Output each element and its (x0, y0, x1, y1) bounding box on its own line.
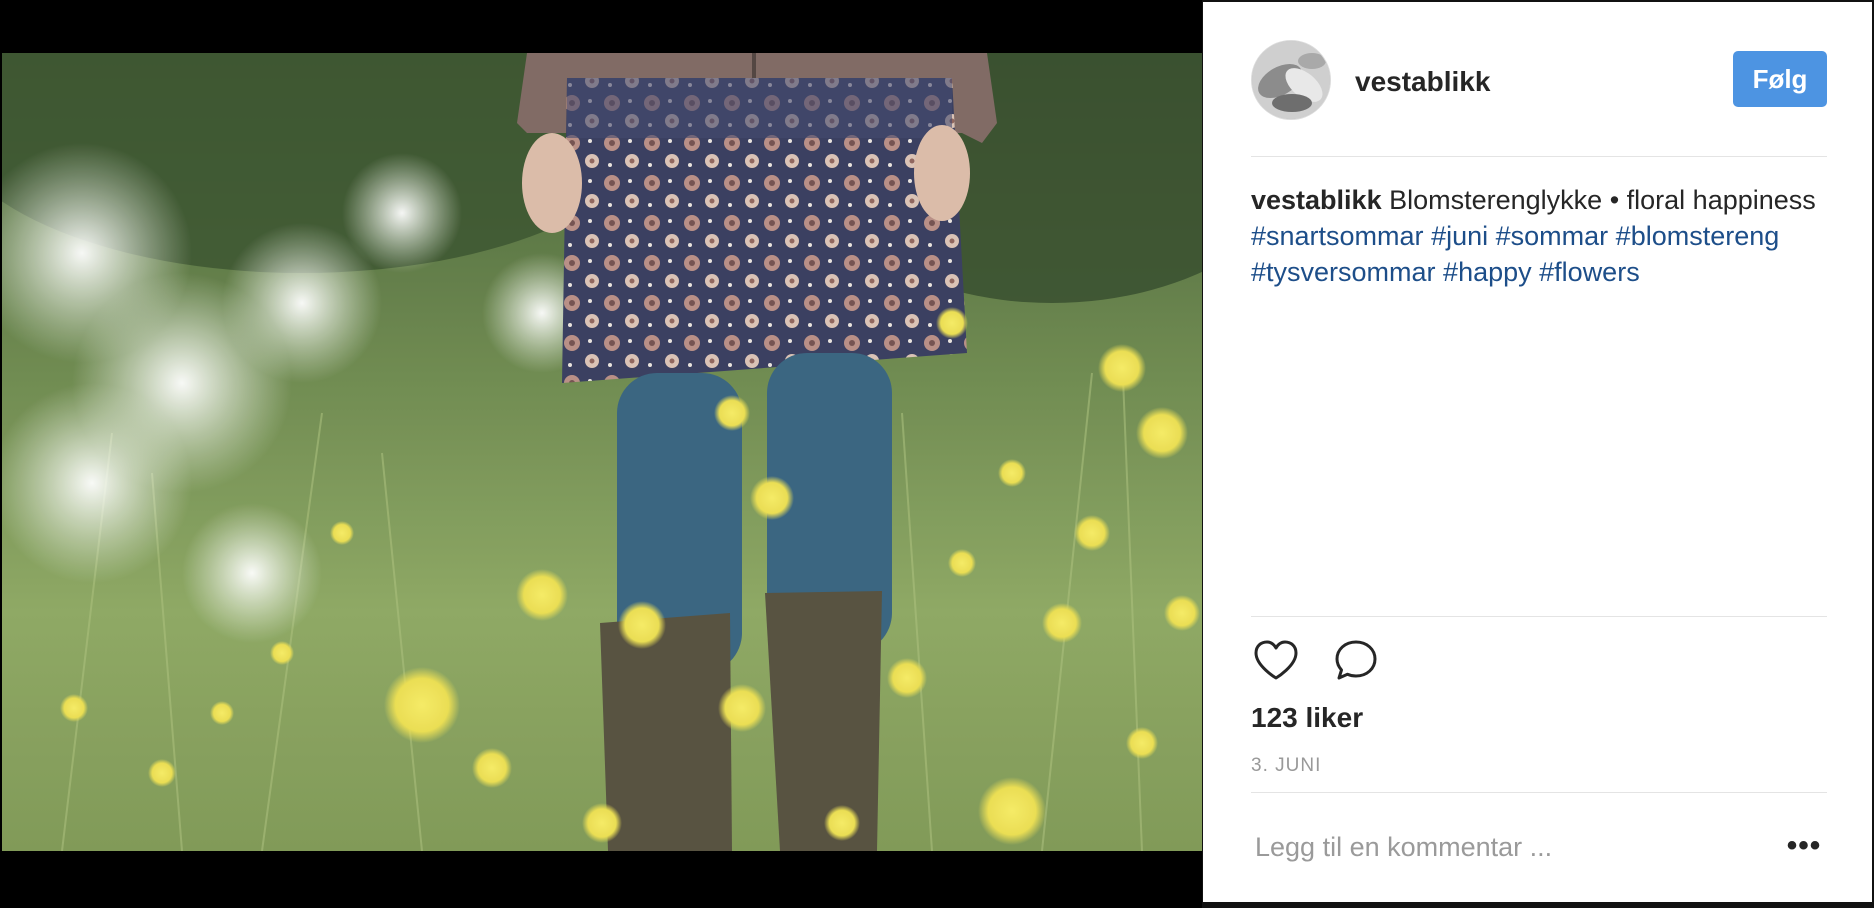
hashtag-link[interactable]: #tysversommar (1251, 257, 1436, 287)
meadow-photo-illustration (2, 53, 1202, 851)
hashtag-link[interactable]: #blomstereng (1616, 221, 1780, 251)
follow-button[interactable]: Følg (1733, 51, 1827, 107)
avatar-image (1252, 41, 1330, 119)
comment-divider (1251, 792, 1827, 793)
likes-count[interactable]: 123 liker (1251, 702, 1363, 734)
post-username[interactable]: vestablikk (1355, 66, 1490, 98)
actions-divider (1251, 616, 1827, 617)
avatar[interactable] (1251, 40, 1331, 120)
comment-bubble-icon[interactable] (1331, 636, 1381, 686)
hashtag-link[interactable]: #sommar (1496, 221, 1609, 251)
header-divider (1251, 156, 1827, 157)
post-photo[interactable] (2, 53, 1202, 851)
heart-icon[interactable] (1251, 636, 1301, 686)
post-viewer: vestablikk Følg vestablikk Blomsterengly… (0, 0, 1874, 908)
hashtag-link[interactable]: #snartsommar (1251, 221, 1424, 251)
post-details-panel: vestablikk Følg vestablikk Blomsterengly… (1203, 2, 1872, 902)
post-actions (1251, 636, 1451, 688)
comment-input[interactable] (1251, 822, 1755, 872)
hashtag-link[interactable]: #flowers (1539, 257, 1640, 287)
caption-text: Blomsterenglykke • floral happiness (1389, 185, 1816, 215)
post-header: vestablikk Følg (1251, 36, 1827, 124)
photo-frame (0, 0, 1202, 908)
post-date[interactable]: 3. JUNI (1251, 755, 1321, 777)
post-caption: vestablikk Blomsterenglykke • floral hap… (1251, 182, 1827, 290)
hashtag-link[interactable]: #juni (1431, 221, 1488, 251)
more-options-icon[interactable]: ••• (1781, 826, 1827, 866)
caption-username[interactable]: vestablikk (1251, 185, 1382, 215)
comment-bar: ••• (1251, 812, 1827, 884)
hashtag-link[interactable]: #happy (1443, 257, 1532, 287)
